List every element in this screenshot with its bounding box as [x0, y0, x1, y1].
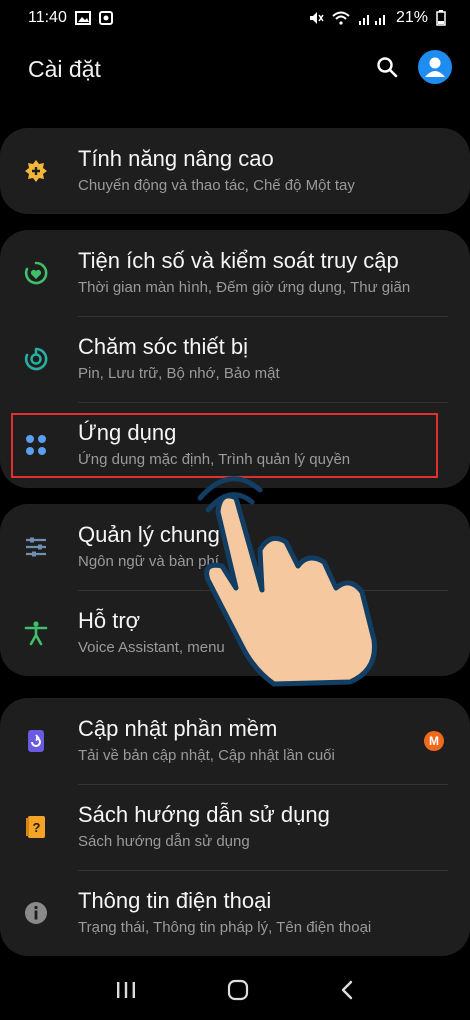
- screenshot-icon: [98, 11, 113, 25]
- gallery-icon: [74, 11, 91, 25]
- recents-icon[interactable]: [115, 980, 137, 1005]
- general-management-icon: [22, 533, 50, 561]
- accessibility-icon: [22, 619, 50, 647]
- settings-group-4: Cập nhật phần mềm Tải về bản cập nhật, C…: [0, 698, 470, 956]
- setting-device-care[interactable]: Chăm sóc thiết bị Pin, Lưu trữ, Bộ nhớ, …: [0, 316, 470, 402]
- back-icon[interactable]: [339, 979, 355, 1006]
- setting-user-manual[interactable]: ? Sách hướng dẫn sử dụng Sách hướng dẫn …: [0, 784, 470, 870]
- svg-text:?: ?: [33, 820, 41, 835]
- home-icon[interactable]: [227, 979, 249, 1006]
- signal-icon: [358, 11, 388, 25]
- battery-icon: [436, 10, 446, 26]
- page-title: Cài đặt: [28, 55, 101, 82]
- setting-software-update[interactable]: Cập nhật phần mềm Tải về bản cập nhật, C…: [0, 698, 470, 784]
- setting-subtitle: Trạng thái, Thông tin pháp lý, Tên điện …: [78, 919, 372, 936]
- account-icon[interactable]: [418, 49, 452, 89]
- software-update-icon: [22, 727, 50, 755]
- search-icon[interactable]: [376, 56, 398, 83]
- setting-about-phone[interactable]: Thông tin điện thoại Trạng thái, Thông t…: [0, 870, 470, 956]
- setting-title: Sách hướng dẫn sử dụng: [78, 802, 330, 827]
- highlight-frame: [11, 413, 438, 478]
- app-header: Cài đặt: [0, 36, 470, 102]
- setting-subtitle: Pin, Lưu trữ, Bộ nhớ, Bảo mật: [78, 365, 280, 382]
- advanced-features-icon: [22, 157, 50, 185]
- setting-subtitle: Tải về bản cập nhật, Cập nhật lần cuối: [78, 747, 335, 764]
- setting-title: Cập nhật phần mềm: [78, 716, 278, 741]
- about-phone-icon: [22, 899, 50, 927]
- update-badge: M: [424, 731, 444, 751]
- setting-subtitle: Chuyển động và thao tác, Chế độ Một tay: [78, 177, 355, 194]
- digital-wellbeing-icon: [22, 259, 50, 287]
- settings-group-1: Tính năng nâng cao Chuyển động và thao t…: [0, 128, 470, 214]
- device-care-icon: [22, 345, 50, 373]
- setting-title: Tiện ích số và kiểm soát truy cập: [78, 248, 399, 273]
- battery-level: 21%: [395, 9, 428, 26]
- setting-title: Tính năng nâng cao: [78, 146, 274, 171]
- user-manual-icon: ?: [22, 813, 50, 841]
- hand-pointer-icon: [190, 470, 390, 690]
- setting-digital-wellbeing[interactable]: Tiện ích số và kiểm soát truy cập Thời g…: [0, 230, 470, 316]
- navigation-bar: [0, 964, 470, 1020]
- setting-title: Thông tin điện thoại: [78, 888, 272, 913]
- status-time: 11:40: [28, 9, 67, 26]
- wifi-icon: [332, 11, 350, 25]
- setting-subtitle: Thời gian màn hình, Đếm giờ ứng dụng, Th…: [78, 279, 411, 296]
- status-bar: 11:40 21%: [0, 0, 470, 36]
- setting-title: Chăm sóc thiết bị: [78, 334, 248, 359]
- mute-icon: [308, 10, 324, 26]
- setting-subtitle: Sách hướng dẫn sử dụng: [78, 833, 250, 850]
- setting-advanced-features[interactable]: Tính năng nâng cao Chuyển động và thao t…: [0, 128, 470, 214]
